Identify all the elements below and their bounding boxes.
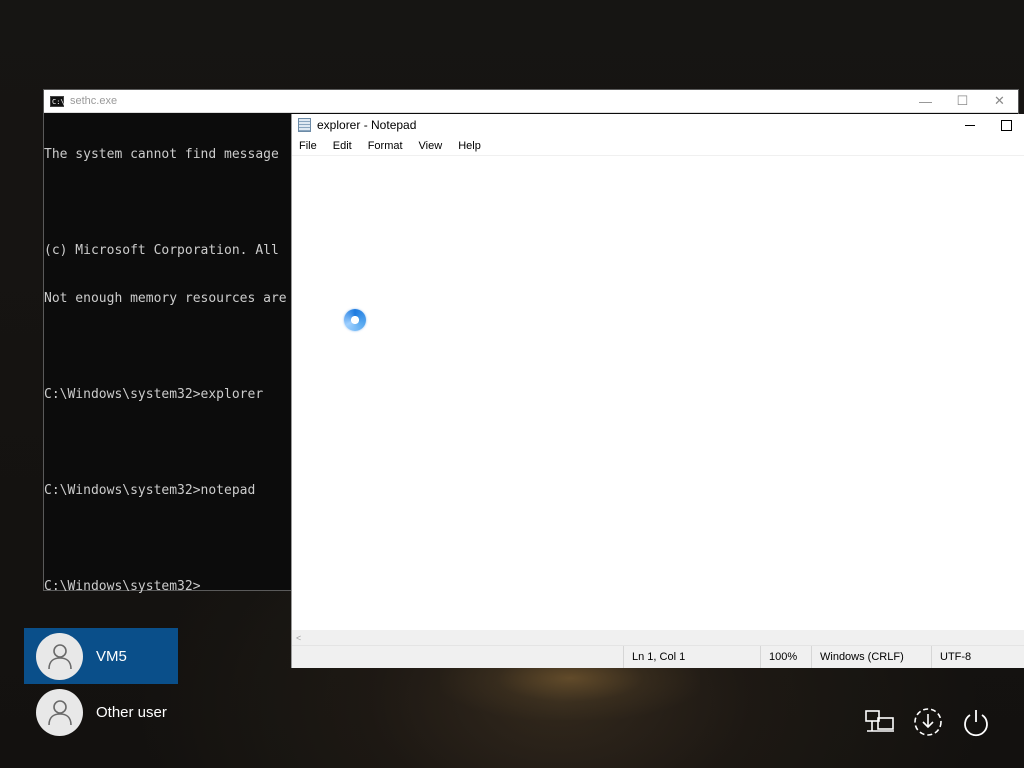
network-button[interactable]: [862, 704, 898, 740]
background-glow: [440, 660, 700, 720]
notepad-window[interactable]: explorer - Notepad File Edit Format View…: [291, 114, 1024, 668]
power-icon: [964, 710, 988, 737]
user-name: Other user: [96, 703, 167, 721]
minimize-icon: [965, 124, 975, 126]
cmd-close-button[interactable]: ✕: [981, 90, 1018, 112]
cmd-minimize-button[interactable]: —: [907, 90, 944, 112]
menu-help[interactable]: Help: [458, 140, 481, 152]
cmd-titlebar[interactable]: C:\ sethc.exe — ☐ ✕: [44, 90, 1018, 113]
cmd-title: sethc.exe: [70, 95, 118, 107]
power-button[interactable]: [958, 704, 994, 740]
network-icon: [865, 710, 894, 732]
notepad-title: explorer - Notepad: [317, 118, 417, 132]
user-avatar-icon: [36, 632, 83, 680]
cmd-window-controls: — ☐ ✕: [907, 90, 1018, 112]
status-line-ending: Windows (CRLF): [811, 646, 931, 668]
maximize-icon: ☐: [956, 93, 969, 108]
notepad-minimize-button[interactable]: [952, 114, 988, 136]
notepad-maximize-button[interactable]: [988, 114, 1024, 136]
notepad-window-controls: [952, 114, 1024, 136]
menu-view[interactable]: View: [419, 140, 443, 152]
minimize-icon: —: [919, 93, 932, 109]
menu-edit[interactable]: Edit: [333, 140, 352, 152]
notepad-app-icon: [298, 118, 311, 132]
cmd-app-icon: C:\: [50, 95, 65, 107]
scroll-left-icon[interactable]: <: [296, 633, 301, 643]
ease-of-access-button[interactable]: [910, 704, 946, 740]
busy-spinner-icon: [344, 309, 366, 331]
status-zoom: 100%: [760, 646, 811, 668]
menu-file[interactable]: File: [299, 140, 317, 152]
status-encoding: UTF-8: [931, 646, 1024, 668]
notepad-statusbar: Ln 1, Col 1 100% Windows (CRLF) UTF-8: [292, 645, 1024, 668]
close-icon: ✕: [994, 93, 1005, 108]
notepad-menubar: File Edit Format View Help: [292, 136, 1024, 155]
notepad-horizontal-scrollbar[interactable]: <: [292, 630, 1024, 646]
user-tile-other-user[interactable]: Other user: [24, 684, 178, 740]
notepad-text-area[interactable]: [292, 155, 1024, 630]
user-name: VM5: [96, 647, 127, 665]
user-tile-vm5[interactable]: VM5: [24, 628, 178, 684]
maximize-icon: [1000, 119, 1012, 131]
notepad-titlebar[interactable]: explorer - Notepad: [292, 114, 1024, 136]
cmd-maximize-button[interactable]: ☐: [944, 90, 981, 112]
user-avatar-icon: [36, 688, 83, 736]
status-cursor-position: Ln 1, Col 1: [623, 646, 760, 668]
accessibility-icon: [914, 708, 942, 736]
menu-format[interactable]: Format: [368, 140, 403, 152]
